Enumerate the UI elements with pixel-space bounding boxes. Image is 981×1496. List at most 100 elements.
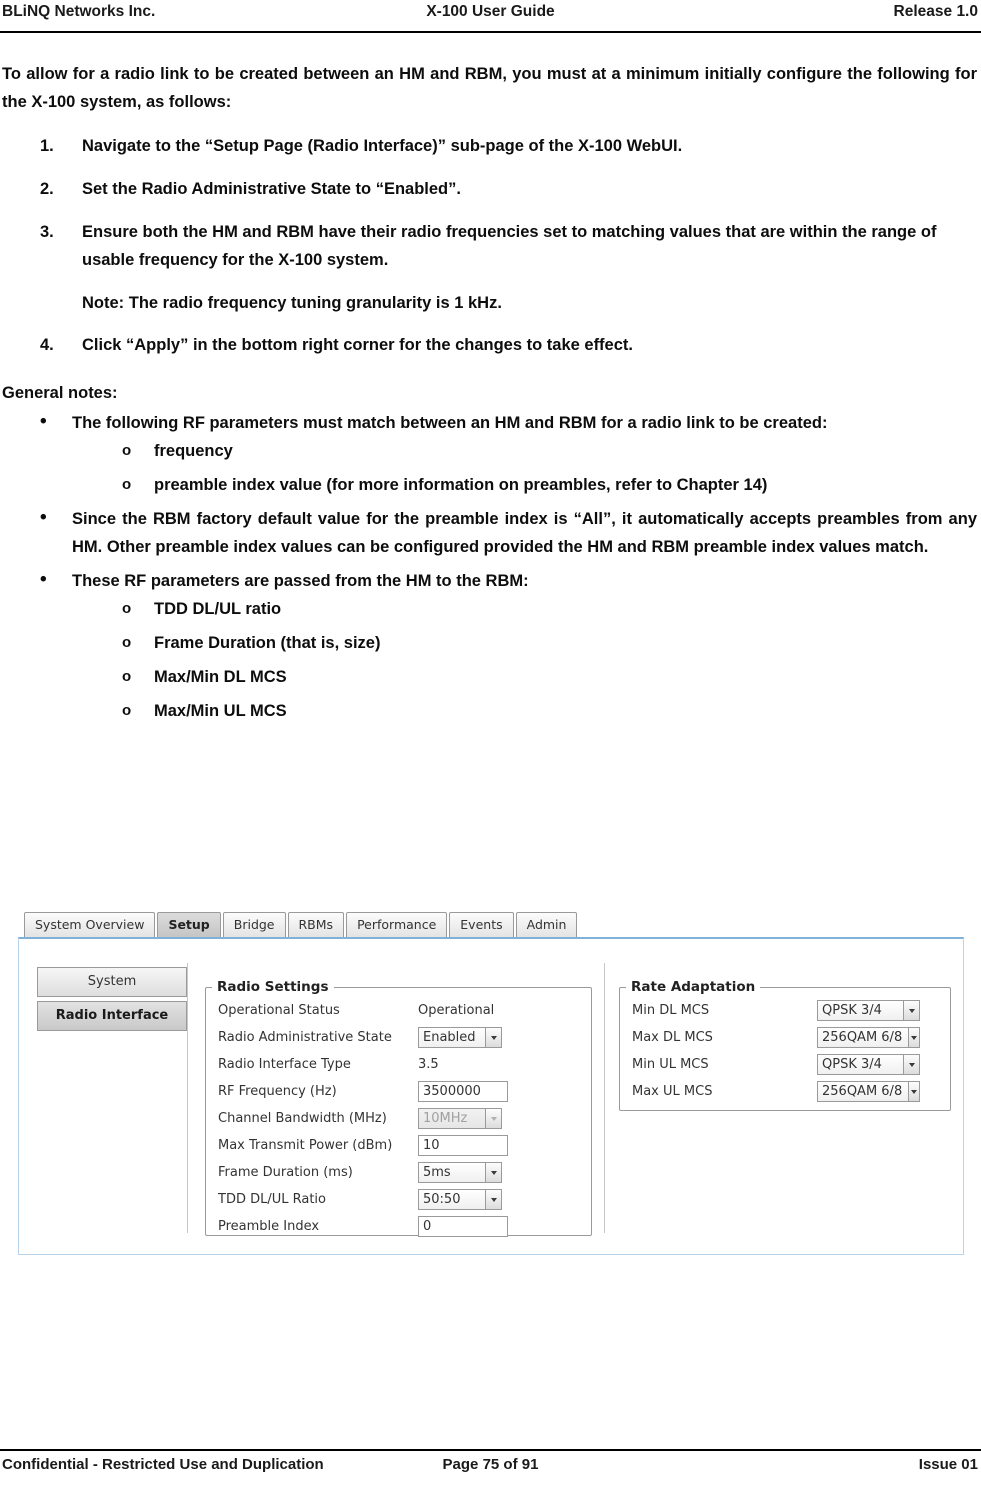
- footer-divider: [0, 1449, 981, 1451]
- header-release: Release 1.0: [893, 3, 978, 20]
- max-transmit-power-input[interactable]: 10: [418, 1135, 508, 1156]
- field-label: Preamble Index: [218, 1219, 320, 1234]
- webui-sidebar: System Radio Interface: [37, 967, 187, 1035]
- step-text: Ensure both the HM and RBM have their ra…: [82, 223, 937, 269]
- select-value: QPSK 3/4: [822, 1057, 882, 1072]
- min-dl-mcs-select[interactable]: QPSK 3/4: [817, 1000, 920, 1021]
- max-ul-mcs-select[interactable]: 256QAM 6/8: [817, 1081, 920, 1102]
- tdd-ratio-select[interactable]: 50:50: [418, 1189, 502, 1210]
- sub-item-text: preamble index value (for more informati…: [154, 476, 768, 494]
- circle-bullet-icon: o: [122, 668, 132, 685]
- field-radio-admin-state: Radio Administrative State Enabled: [218, 1024, 591, 1051]
- field-label: Radio Interface Type: [218, 1057, 351, 1072]
- chevron-down-icon: [485, 1190, 501, 1209]
- field-label: Max UL MCS: [632, 1084, 713, 1099]
- tab-rbms[interactable]: RBMs: [287, 912, 345, 938]
- channel-bandwidth-select[interactable]: 10MHz: [418, 1108, 502, 1129]
- field-label: Frame Duration (ms): [218, 1165, 353, 1180]
- sidebar-item-system[interactable]: System: [37, 967, 187, 997]
- sub-list-1: o frequency o preamble index value (for …: [72, 437, 977, 499]
- tab-performance[interactable]: Performance: [346, 912, 448, 938]
- field-label: Min DL MCS: [632, 1003, 710, 1018]
- sidebar-item-radio-interface[interactable]: Radio Interface: [37, 1001, 187, 1031]
- field-rf-frequency: RF Frequency (Hz) 3500000: [218, 1078, 591, 1105]
- bullet-text: The following RF parameters must match b…: [72, 414, 828, 432]
- radio-admin-state-select[interactable]: Enabled: [418, 1027, 502, 1048]
- rate-adaptation-group: Rate Adaptation Min DL MCS QPSK 3/4 Max …: [619, 979, 951, 1111]
- step-number: 2.: [40, 180, 54, 198]
- document-page: BLiNQ Networks Inc. X-100 User Guide Rel…: [0, 0, 981, 1496]
- field-min-dl-mcs: Min DL MCS QPSK 3/4: [632, 997, 950, 1024]
- tab-events[interactable]: Events: [449, 912, 514, 938]
- sub-item: o Frame Duration (that is, size): [72, 629, 977, 657]
- tab-setup[interactable]: Setup: [157, 912, 221, 938]
- rate-adaptation-legend: Rate Adaptation: [631, 979, 756, 995]
- bullet-item-3: • These RF parameters are passed from th…: [0, 567, 981, 725]
- select-value: QPSK 3/4: [822, 1003, 882, 1018]
- select-value: 10MHz: [423, 1111, 468, 1126]
- field-label: Channel Bandwidth (MHz): [218, 1111, 387, 1126]
- page-content: To allow for a radio link to be created …: [0, 60, 981, 731]
- bullet-text: Since the RBM factory default value for …: [72, 510, 977, 556]
- tab-admin[interactable]: Admin: [515, 912, 578, 938]
- field-label: Operational Status: [218, 1003, 340, 1018]
- field-label: Max Transmit Power (dBm): [218, 1138, 393, 1153]
- circle-bullet-icon: o: [122, 476, 132, 493]
- page-header: BLiNQ Networks Inc. X-100 User Guide Rel…: [0, 0, 981, 34]
- field-preamble-index: Preamble Index 0: [218, 1213, 591, 1240]
- frame-duration-select[interactable]: 5ms: [418, 1162, 502, 1183]
- field-channel-bandwidth: Channel Bandwidth (MHz) 10MHz: [218, 1105, 591, 1132]
- min-ul-mcs-select[interactable]: QPSK 3/4: [817, 1054, 920, 1075]
- radio-settings-legend: Radio Settings: [217, 979, 329, 995]
- field-frame-duration: Frame Duration (ms) 5ms: [218, 1159, 591, 1186]
- numbered-steps-continued: 4. Click “Apply” in the bottom right cor…: [0, 331, 981, 359]
- note-text: The radio frequency tuning granularity i…: [124, 294, 502, 312]
- field-label: Min UL MCS: [632, 1057, 709, 1072]
- sidebar-divider: [187, 963, 188, 1233]
- select-value: 5ms: [423, 1165, 451, 1180]
- bullet-icon: •: [40, 411, 47, 432]
- preamble-index-input[interactable]: 0: [418, 1216, 508, 1237]
- chevron-down-icon: [485, 1163, 501, 1182]
- general-notes-list: • The following RF parameters must match…: [0, 409, 981, 725]
- circle-bullet-icon: o: [122, 442, 132, 459]
- note-block: Note: The radio frequency tuning granula…: [82, 289, 981, 317]
- bullet-text: These RF parameters are passed from the …: [72, 572, 529, 590]
- tab-system-overview[interactable]: System Overview: [24, 912, 156, 938]
- header-divider: [0, 31, 981, 33]
- rf-frequency-input[interactable]: 3500000: [418, 1081, 508, 1102]
- field-max-dl-mcs: Max DL MCS 256QAM 6/8: [632, 1024, 950, 1051]
- field-max-transmit-power: Max Transmit Power (dBm) 10: [218, 1132, 591, 1159]
- sub-item: o Max/Min UL MCS: [72, 697, 977, 725]
- column-divider: [604, 963, 605, 1233]
- step-text: Navigate to the “Setup Page (Radio Inter…: [82, 137, 683, 155]
- chevron-down-icon: [908, 1028, 919, 1047]
- field-label: Max DL MCS: [632, 1030, 713, 1045]
- field-label: RF Frequency (Hz): [218, 1084, 337, 1099]
- radio-settings-group: Radio Settings Operational Status Operat…: [205, 979, 592, 1237]
- field-radio-interface-type: Radio Interface Type 3.5: [218, 1051, 591, 1078]
- chevron-down-icon: [903, 1055, 919, 1074]
- select-value: 256QAM 6/8: [822, 1084, 903, 1099]
- header-title: X-100 User Guide: [426, 3, 555, 20]
- numbered-steps: 1. Navigate to the “Setup Page (Radio In…: [0, 132, 981, 274]
- step-number: 4.: [40, 336, 54, 354]
- webui-tab-bar: System Overview Setup Bridge RBMs Perfor…: [24, 912, 578, 938]
- sub-item-text: TDD DL/UL ratio: [154, 600, 282, 618]
- bullet-item-2: • Since the RBM factory default value fo…: [0, 505, 981, 561]
- webui-screenshot: System Overview Setup Bridge RBMs Perfor…: [18, 912, 966, 1257]
- tab-bridge[interactable]: Bridge: [222, 912, 286, 938]
- step-number: 3.: [40, 223, 54, 241]
- page-footer: Confidential - Restricted Use and Duplic…: [0, 1454, 981, 1484]
- circle-bullet-icon: o: [122, 702, 132, 719]
- circle-bullet-icon: o: [122, 600, 132, 617]
- bullet-icon: •: [40, 569, 47, 590]
- max-dl-mcs-select[interactable]: 256QAM 6/8: [817, 1027, 920, 1048]
- chevron-down-icon: [485, 1109, 501, 1128]
- footer-issue: Issue 01: [918, 1456, 978, 1473]
- field-max-ul-mcs: Max UL MCS 256QAM 6/8: [632, 1078, 950, 1105]
- step-item-3: 3. Ensure both the HM and RBM have their…: [0, 218, 981, 274]
- step-item-4: 4. Click “Apply” in the bottom right cor…: [0, 331, 981, 359]
- sub-item: o preamble index value (for more informa…: [72, 471, 977, 499]
- sub-item: o Max/Min DL MCS: [72, 663, 977, 691]
